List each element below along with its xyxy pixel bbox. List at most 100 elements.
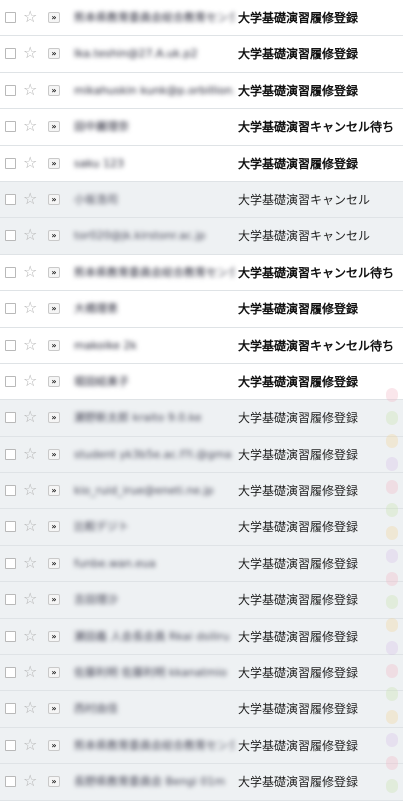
message-row[interactable]: ☆ » 瀬田義 人会長会員 Rkai dsiliru 大学基礎演習履修登録 xyxy=(0,618,403,656)
importance-marker-icon[interactable]: » xyxy=(48,667,60,679)
importance-marker-icon[interactable]: » xyxy=(48,84,60,96)
star-icon[interactable]: ☆ xyxy=(23,516,37,536)
message-row[interactable]: ☆ » 熊本県教育委員会総合教育センター 大学基礎演習キャンセル待ち xyxy=(0,254,403,292)
checkbox-icon[interactable] xyxy=(5,667,16,679)
importance-marker-icon[interactable]: » xyxy=(48,557,60,569)
sender-name: 吉田理沙 xyxy=(74,593,118,607)
star-icon[interactable]: ☆ xyxy=(23,80,37,100)
star-icon[interactable]: ☆ xyxy=(23,43,37,63)
message-row[interactable]: ☆ » kio_ruid_irue@eneti.ne.jp 大学基礎演習履修登録 xyxy=(0,473,403,510)
message-row[interactable]: ☆ » 堀田結美子 大学基礎演習履修登録 xyxy=(0,363,403,401)
checkbox-icon[interactable] xyxy=(5,84,16,96)
message-row[interactable]: ☆ » student yk3b5e.ac.f?l.@gma 大学基礎演習履修登録 xyxy=(0,436,403,474)
star-icon[interactable]: ☆ xyxy=(23,225,37,245)
star-icon[interactable]: ☆ xyxy=(23,153,37,173)
checkbox-icon[interactable] xyxy=(5,230,16,242)
star-icon[interactable]: ☆ xyxy=(23,262,37,282)
checkbox-icon[interactable] xyxy=(5,630,16,642)
checkbox-icon[interactable] xyxy=(5,157,16,169)
message-row[interactable]: ☆ » 熊本県教育委員会総合教育センター 大学基礎演習履修登録 xyxy=(0,727,403,765)
checkbox-icon[interactable] xyxy=(5,557,16,569)
star-icon[interactable]: ☆ xyxy=(23,771,37,791)
importance-marker-icon[interactable]: » xyxy=(48,630,60,642)
star-icon[interactable]: ☆ xyxy=(23,298,37,318)
checkbox-icon[interactable] xyxy=(5,339,16,351)
importance-marker-icon[interactable]: » xyxy=(48,485,60,497)
sender-name: 熊本県教育委員会総合教育センター xyxy=(74,265,234,279)
message-row[interactable]: ☆ » 瀬野新太郎 kraito 9.0.ke 大学基礎演習履修登録 xyxy=(0,400,403,437)
checkbox-icon[interactable] xyxy=(5,703,16,715)
message-subject: 大学基礎演習履修登録 xyxy=(238,556,359,571)
star-icon[interactable]: ☆ xyxy=(23,335,37,355)
star-icon[interactable]: ☆ xyxy=(23,480,37,500)
importance-marker-icon[interactable]: » xyxy=(48,157,60,169)
sender-name: 佐藤利明 佐藤利明 kkanatmio xyxy=(74,666,227,680)
importance-marker-icon[interactable]: » xyxy=(48,230,60,242)
importance-marker-icon[interactable]: » xyxy=(48,121,60,133)
checkbox-icon[interactable] xyxy=(5,303,16,315)
checkbox-icon[interactable] xyxy=(5,739,16,751)
message-row[interactable]: ☆ » 田中麗理奈 大学基礎演習キャンセル待ち xyxy=(0,109,403,146)
importance-marker-icon[interactable]: » xyxy=(48,303,60,315)
checkbox-icon[interactable] xyxy=(5,594,16,606)
star-icon[interactable]: ☆ xyxy=(23,735,37,755)
message-subject: 大学基礎演習履修登録 xyxy=(238,484,359,499)
message-row[interactable]: ☆ » Ika.teshin@27.A.uk.p2 大学基礎演習履修登録 xyxy=(0,36,403,73)
sender-name: 熊本県教育委員会総合教育センター xyxy=(74,11,234,24)
message-row[interactable]: ☆ » tor020@jk.kirstonr.ac.jp 大学基礎演習キャンセル xyxy=(0,218,403,255)
checkbox-icon[interactable] xyxy=(5,48,16,60)
checkbox-icon[interactable] xyxy=(5,193,16,205)
importance-marker-icon[interactable]: » xyxy=(48,339,60,351)
importance-marker-icon[interactable]: » xyxy=(48,375,60,387)
importance-marker-icon[interactable]: » xyxy=(48,412,60,424)
importance-marker-icon[interactable]: » xyxy=(48,12,60,23)
star-icon[interactable]: ☆ xyxy=(23,662,37,682)
message-row[interactable]: ☆ » saku 123 大学基礎演習履修登録 xyxy=(0,145,403,182)
message-row[interactable]: ☆ » 吉田理沙 大学基礎演習履修登録 xyxy=(0,582,403,619)
importance-marker-icon[interactable]: » xyxy=(48,594,60,606)
checkbox-icon[interactable] xyxy=(5,12,16,23)
star-icon[interactable]: ☆ xyxy=(23,371,37,391)
message-row[interactable]: ☆ » 西村由佳 大学基礎演習履修登録 xyxy=(0,691,403,728)
sender-name: 長野県教育委員会 Bengi 01m xyxy=(74,775,226,789)
checkbox-icon[interactable] xyxy=(5,485,16,497)
importance-marker-icon[interactable]: » xyxy=(48,48,60,60)
message-row[interactable]: ☆ » 小坂浩司 大学基礎演習キャンセル xyxy=(0,181,403,219)
star-icon[interactable]: ☆ xyxy=(23,7,37,27)
star-icon[interactable]: ☆ xyxy=(23,626,37,646)
message-row[interactable]: ☆ » 大橋理恵 大学基礎演習履修登録 xyxy=(0,291,403,328)
importance-marker-icon[interactable]: » xyxy=(48,266,60,278)
checkbox-icon[interactable] xyxy=(5,776,16,788)
message-row[interactable]: ☆ » mikahuskin kunk@p.orbillion.ac 大学基礎演習履修… xyxy=(0,72,403,110)
message-row[interactable]: ☆ » 長野県教育委員会 Bengi 01m 大学基礎演習履修登録 xyxy=(0,764,403,801)
message-row[interactable]: ☆ » 比較デジト 大学基礎演習履修登録 xyxy=(0,509,403,546)
star-icon[interactable]: ☆ xyxy=(23,444,37,464)
importance-marker-icon[interactable]: » xyxy=(48,703,60,715)
star-icon[interactable]: ☆ xyxy=(23,698,37,718)
message-row[interactable]: ☆ » funbe.wan.eua 大学基礎演習履修登録 xyxy=(0,545,403,583)
checkbox-icon[interactable] xyxy=(5,521,16,533)
sender-name: student yk3b5e.ac.f?l.@gma xyxy=(74,447,232,461)
star-icon[interactable]: ☆ xyxy=(23,189,37,209)
checkbox-icon[interactable] xyxy=(5,412,16,424)
message-row[interactable]: ☆ » makoike 2k 大学基礎演習キャンセル待ち xyxy=(0,327,403,364)
importance-marker-icon[interactable]: » xyxy=(48,448,60,460)
checkbox-icon[interactable] xyxy=(5,266,16,278)
message-subject: 大学基礎演習履修登録 xyxy=(238,302,359,317)
message-row[interactable]: ☆ » 佐藤利明 佐藤利明 kkanatmio 大学基礎演習履修登録 xyxy=(0,655,403,692)
star-icon[interactable]: ☆ xyxy=(23,116,37,136)
importance-marker-icon[interactable]: » xyxy=(48,739,60,751)
star-icon[interactable]: ☆ xyxy=(23,407,37,427)
importance-marker-icon[interactable]: » xyxy=(48,776,60,788)
message-subject: 大学基礎演習履修登録 xyxy=(238,47,359,62)
message-row[interactable]: ☆ » 熊本県教育委員会総合教育センター 大学基礎演習履修登録 xyxy=(0,0,403,37)
star-icon[interactable]: ☆ xyxy=(23,553,37,573)
message-subject: 大学基礎演習履修登録 xyxy=(238,156,359,171)
sender-name: funbe.wan.eua xyxy=(74,556,156,570)
importance-marker-icon[interactable]: » xyxy=(48,521,60,533)
star-icon[interactable]: ☆ xyxy=(23,589,37,609)
checkbox-icon[interactable] xyxy=(5,448,16,460)
importance-marker-icon[interactable]: » xyxy=(48,193,60,205)
checkbox-icon[interactable] xyxy=(5,375,16,387)
checkbox-icon[interactable] xyxy=(5,121,16,133)
